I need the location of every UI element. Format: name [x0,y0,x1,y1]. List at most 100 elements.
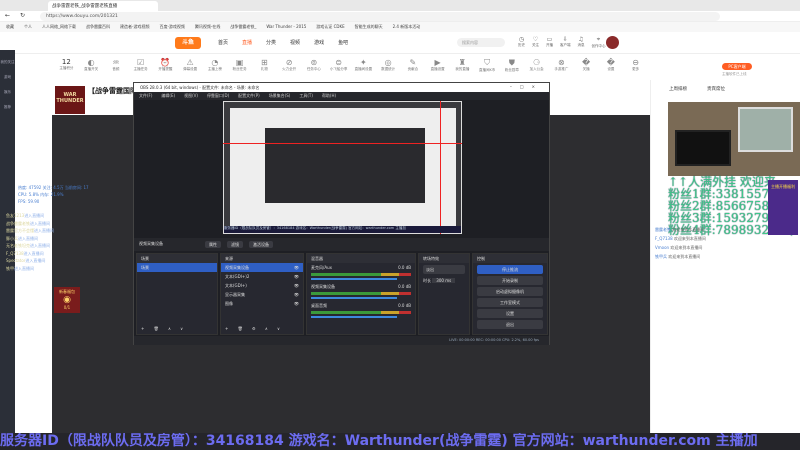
bookmark[interactable]: 战争雷霆老铁_ [230,24,256,30]
toolbar-item[interactable]: ⚠ 弹幕设置 [181,58,200,78]
transition-select[interactable]: 淡出 [423,265,465,274]
sidebar-follow[interactable]: 我的关注 [0,60,15,65]
toolbar-item[interactable]: ⊗ 手游推广 [552,58,571,78]
source-item[interactable]: 图像 👁 [221,299,303,308]
tab-vip[interactable]: 贵宾席位 [707,86,725,92]
bookmark[interactable]: 收藏 [6,24,14,30]
creator-button[interactable]: ⌖ 创作中心 [592,36,606,49]
nav-video[interactable]: 视频 [290,39,300,46]
gift-box[interactable]: 新春福包 ◉ 0/1 [54,287,80,313]
volume-slider[interactable] [311,278,398,280]
toolbar-item[interactable]: ◔ 主播上榜 [206,58,225,78]
toolbar-item[interactable]: ⊞ 礼物 [255,58,274,78]
control-button-3[interactable]: 工作室模式 [477,298,543,307]
sidebar-games[interactable]: 游戏 [0,75,15,80]
bookmark[interactable]: 人人网络_网络下载 [42,24,76,30]
toolbar-item[interactable]: ⛉ 直播间K币 [478,58,497,78]
sidebar-entertainment[interactable]: 娱乐 [0,90,15,95]
scene-item[interactable]: 场景 [137,263,217,272]
volume-slider[interactable] [311,297,398,299]
toolbar-item[interactable]: ⊚ 任务中心 [305,58,324,78]
bookmark[interactable]: 腾讯视频-在线 [195,24,220,30]
toolbar-item[interactable]: ✎ 贡献合 [404,58,423,78]
toolbar-item[interactable]: ◐ 直播开关 [82,58,101,78]
bookmark[interactable]: 百度-游戏视频 [159,24,184,30]
eye-icon[interactable]: 👁 [294,265,299,270]
activate-button[interactable]: 激活设备 [249,241,273,248]
control-button-0[interactable]: 停止推流 [477,265,543,274]
obs-menu-item[interactable]: 停靠窗口(D) [207,93,229,99]
bookmark[interactable]: 智能生成的聊天 [355,24,383,30]
bookmark[interactable]: 建造者-游戏视频 [120,24,149,30]
properties-button[interactable]: 属性 [205,241,221,248]
filters-button[interactable]: 滤镜 [227,241,243,248]
eye-icon[interactable]: 👁 [294,292,299,297]
toolbar-item[interactable]: ✦ 直播间设置 [354,58,373,78]
nav-games[interactable]: 游戏 [314,39,324,46]
douyu-logo[interactable]: 斗鱼 [175,37,201,49]
follow-button[interactable]: ♡ 关注 [532,36,539,49]
control-button-2[interactable]: 启动虚拟摄像机 [477,287,543,296]
toolbar-item[interactable]: ♜ 我的直播 [453,58,472,78]
chat-user[interactable]: 雷霆老铁 [655,227,671,232]
eye-icon[interactable]: 👁 [294,301,299,306]
toolbar-item[interactable]: ⚆ 加入公会 [527,58,546,78]
toolbar-item[interactable]: ⏰ 开播提醒 [156,58,175,78]
chat-user[interactable]: Vmoon [655,245,669,250]
toolbar-item[interactable]: � 关播 [577,58,596,78]
toolbar-item[interactable]: ⛊ 粉丝勋章 [503,58,522,78]
obs-menu-item[interactable]: 帮助(H) [322,93,336,99]
pc-client-button[interactable]: PC客户端 [722,63,752,70]
duration-input[interactable]: 300 ms [432,278,456,283]
volume-slider[interactable] [311,316,398,318]
toolbar-item[interactable]: ▶ 直播设置 [428,58,447,78]
toolbar-item[interactable]: ▣ 粉丝任务 [230,58,249,78]
bookmark[interactable]: War Thunder - 2015 [266,24,306,30]
history-button[interactable]: ◷ 历史 [518,36,525,49]
nav-live[interactable]: 直播 [242,39,252,46]
source-item[interactable]: 视频采集设备 👁 [221,263,303,272]
url-input[interactable]: https://www.douyu.com/201321 [40,12,720,21]
obs-menu-item[interactable]: 编辑(E) [161,93,175,99]
tab-weekly-rank[interactable]: 上周排榜 [669,86,687,92]
obs-preview[interactable] [223,101,462,234]
toolbar-item[interactable]: ☑ 主播任务 [131,58,150,78]
obs-menu-item[interactable]: 文件(F) [139,93,152,99]
back-icon[interactable]: ← [5,12,10,19]
reload-icon[interactable]: ↻ [20,12,25,19]
obs-menu-item[interactable]: 配置文件(P) [238,93,260,99]
chat-user[interactable]: 铁甲兵 [655,254,667,259]
toolbar-item[interactable]: ◎ 数据统计 [379,58,398,78]
eye-icon[interactable]: 👁 [294,274,299,279]
points-counter[interactable]: 12 主播积分 [57,58,76,78]
obs-menu-item[interactable]: 场景集合(S) [269,93,291,99]
source-item[interactable]: 显示器采集 👁 [221,290,303,299]
chat-user[interactable]: F_Q7138 [655,236,673,241]
nav-home[interactable]: 首页 [218,39,228,46]
browser-tab[interactable]: 战争雷霆老铁_战争雷霆老铁直播 [48,1,158,11]
toolbar-item[interactable]: ⊜ 小飞船分享 [329,58,348,78]
obs-menu-item[interactable]: 工具(T) [299,93,313,99]
toolbar-item[interactable]: ⊖ 更多 [626,58,645,78]
avatar[interactable] [606,36,619,49]
search-input[interactable]: 搜索内容 [457,38,505,47]
bookmark[interactable]: 个人 [24,24,32,30]
window-controls[interactable]: –□× [510,84,543,89]
promo-banner[interactable]: 主播开播福利 [768,180,798,235]
control-button-5[interactable]: 退出 [477,320,543,329]
source-item[interactable]: 文本(GDI+)2 👁 [221,272,303,281]
source-item[interactable]: 文本(GDI+) 👁 [221,281,303,290]
toolbar-item[interactable]: � 设置 [602,58,621,78]
sidebar-recommend[interactable]: 推荐 [0,105,15,110]
nav-category[interactable]: 分类 [266,39,276,46]
nav-yuba[interactable]: 鱼吧 [338,39,348,46]
scene-actions[interactable]: + 🗑 ∧ ∨ [141,326,187,331]
bookmark[interactable]: 游戏认证 CDKE [316,24,344,30]
source-actions[interactable]: + 🗑 ⚙ ∧ ∨ [225,326,284,331]
toolbar-item[interactable]: ♒ 音频 [107,58,126,78]
bookmark[interactable]: 战争雷霆百科 [86,24,110,30]
eye-icon[interactable]: 👁 [294,283,299,288]
control-button-4[interactable]: 设置 [477,309,543,318]
client-button[interactable]: ⇩ 客户端 [560,36,571,49]
message-button[interactable]: ♫ 消息 [578,36,585,49]
